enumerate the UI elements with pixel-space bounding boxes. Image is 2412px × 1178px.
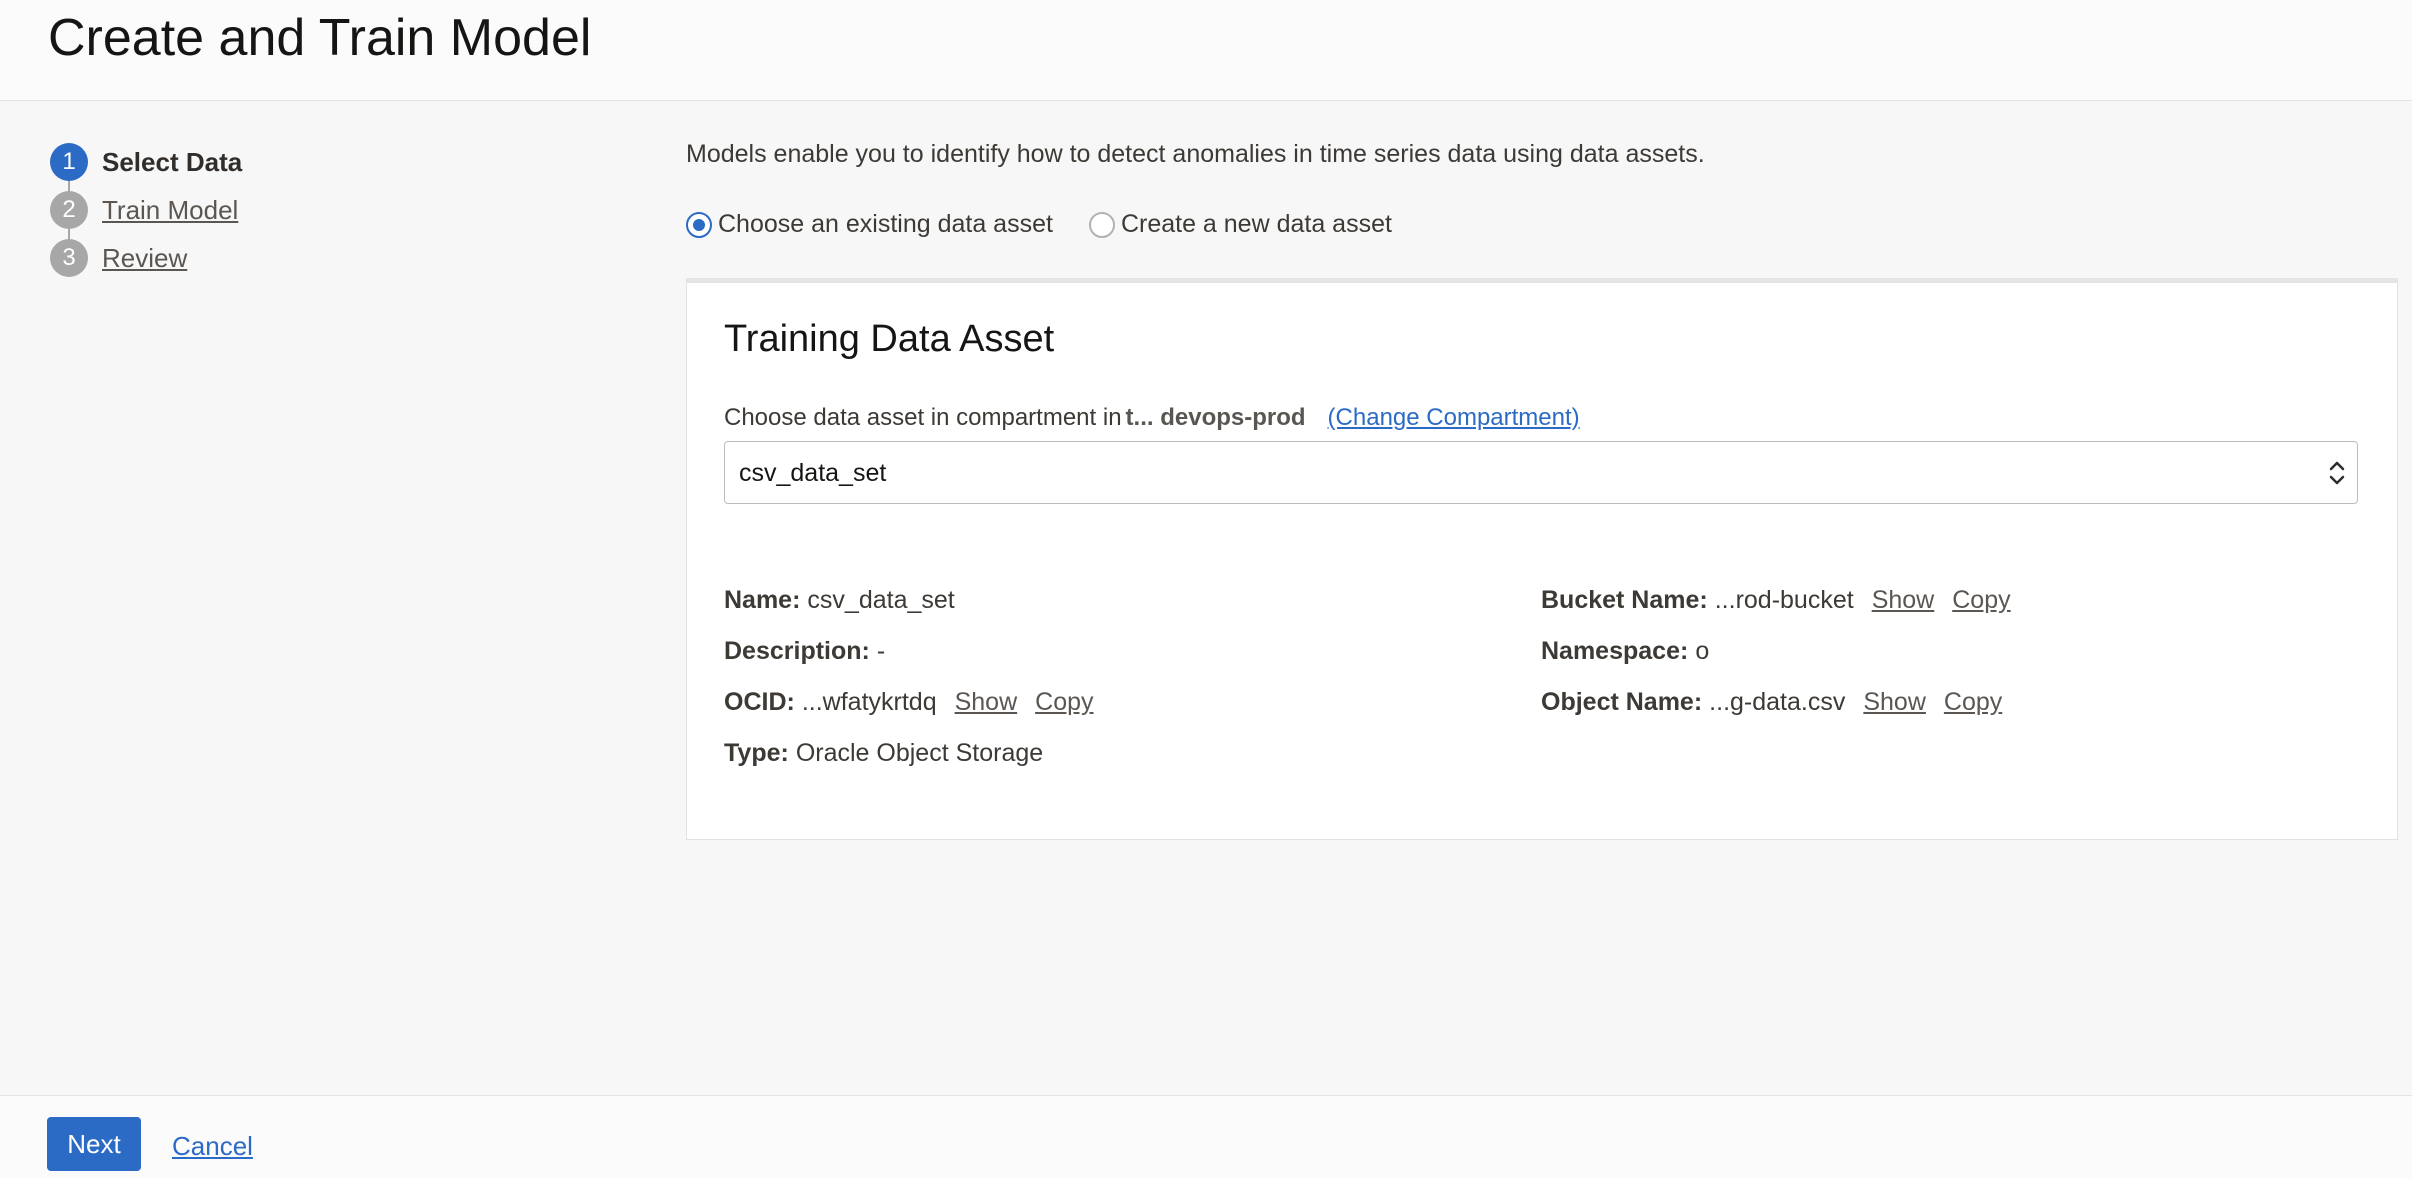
step-label: Select Data — [102, 146, 243, 177]
detail-row-description: Description: - — [724, 626, 1094, 677]
object-copy-link[interactable]: Copy — [1944, 688, 2002, 717]
step-navigation: 1 Select Data 2 Train Model 3 Review — [50, 138, 242, 282]
compartment-name: t... devops-prod — [1125, 404, 1306, 431]
step-train-model[interactable]: 2 Train Model — [50, 186, 242, 234]
page-footer: Next Cancel — [0, 1095, 2412, 1178]
detail-row-namespace: Namespace: o — [1541, 626, 2011, 677]
bucket-copy-link[interactable]: Copy — [1952, 586, 2010, 615]
compartment-row: Choose data asset in compartment in t...… — [724, 404, 1580, 432]
bucket-show-link[interactable]: Show — [1872, 586, 1935, 615]
step-link-review[interactable]: Review — [102, 243, 187, 274]
intro-text: Models enable you to identify how to det… — [686, 140, 1705, 168]
radio-existing-asset[interactable] — [686, 211, 712, 238]
detail-value: ...rod-bucket — [1714, 586, 1854, 614]
object-show-link[interactable]: Show — [1863, 688, 1926, 717]
detail-key: Namespace: — [1541, 637, 1689, 665]
step-number-badge: 3 — [50, 239, 88, 277]
data-asset-radio-group: Choose an existing data asset Create a n… — [686, 210, 1392, 239]
page-header: Create and Train Model — [0, 0, 2412, 101]
detail-key: Name: — [724, 586, 801, 614]
detail-key: Type: — [724, 739, 789, 767]
ocid-copy-link[interactable]: Copy — [1035, 688, 1093, 717]
detail-row-type: Type: Oracle Object Storage — [724, 728, 1094, 779]
compartment-label: Choose data asset in compartment in — [724, 404, 1122, 431]
ocid-show-link[interactable]: Show — [955, 688, 1018, 717]
detail-row-bucket: Bucket Name: ...rod-bucket Show Copy — [1541, 575, 2011, 626]
asset-details-right: Bucket Name: ...rod-bucket Show Copy Nam… — [1541, 575, 2011, 728]
detail-value: o — [1695, 637, 1710, 665]
data-asset-select[interactable]: csv_data_set — [724, 441, 2358, 504]
detail-key: Description: — [724, 637, 870, 665]
asset-details-left: Name: csv_data_set Description: - OCID: … — [724, 575, 1094, 779]
detail-key: OCID: — [724, 688, 795, 716]
detail-value: Oracle Object Storage — [795, 739, 1044, 767]
detail-row-object-name: Object Name: ...g-data.csv Show Copy — [1541, 677, 2011, 728]
step-link-train-model[interactable]: Train Model — [102, 195, 238, 226]
step-review[interactable]: 3 Review — [50, 234, 242, 282]
training-data-asset-card: Training Data Asset Choose data asset in… — [686, 278, 2398, 840]
detail-row-ocid: OCID: ...wfatykrtdq Show Copy — [724, 677, 1094, 728]
detail-value: - — [876, 637, 886, 665]
select-chevrons-icon — [2329, 461, 2345, 485]
detail-row-name: Name: csv_data_set — [724, 575, 1094, 626]
detail-key: Object Name: — [1541, 688, 1703, 716]
detail-value: csv_data_set — [807, 586, 955, 614]
card-title: Training Data Asset — [724, 318, 1055, 360]
detail-value: ...wfatykrtdq — [801, 688, 937, 716]
cancel-link[interactable]: Cancel — [172, 1131, 253, 1162]
radio-label-existing[interactable]: Choose an existing data asset — [718, 210, 1053, 239]
step-number-badge: 1 — [50, 143, 88, 181]
detail-key: Bucket Name: — [1541, 586, 1708, 614]
page-title: Create and Train Model — [48, 9, 592, 67]
select-value: csv_data_set — [739, 459, 887, 487]
step-select-data: 1 Select Data — [50, 138, 242, 186]
detail-value: ...g-data.csv — [1709, 688, 1846, 716]
radio-label-new[interactable]: Create a new data asset — [1121, 210, 1392, 239]
change-compartment-link[interactable]: (Change Compartment) — [1328, 404, 1580, 432]
next-button[interactable]: Next — [47, 1117, 141, 1171]
radio-new-asset[interactable] — [1088, 211, 1115, 238]
step-number-badge: 2 — [50, 191, 88, 229]
